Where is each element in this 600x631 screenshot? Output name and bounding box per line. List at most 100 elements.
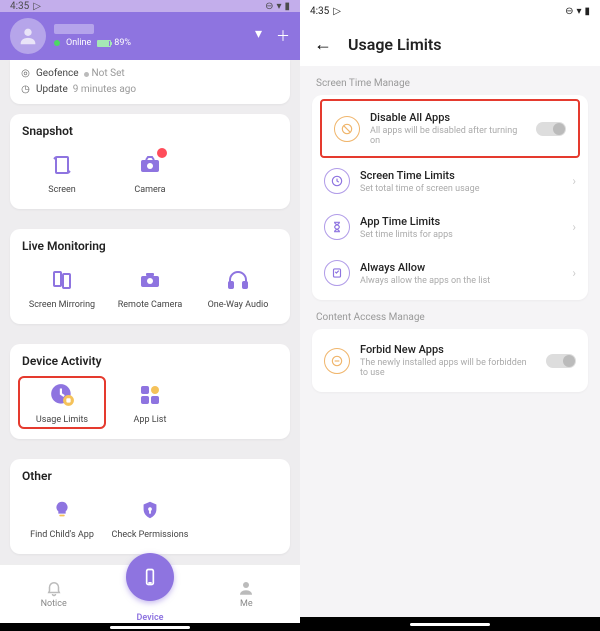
stl-sub: Set total time of screen usage xyxy=(360,184,562,194)
shield-icon xyxy=(135,495,165,525)
camera-icon xyxy=(135,150,165,180)
play-icon: ▷ xyxy=(333,6,341,17)
dnd-icon: ⊖ xyxy=(265,1,273,12)
chevron-right-icon: › xyxy=(572,174,576,188)
battery-bar-icon xyxy=(97,40,111,47)
live-title: Live Monitoring xyxy=(18,239,282,253)
camera-label: Camera xyxy=(134,185,165,195)
page-title: Usage Limits xyxy=(348,35,441,54)
bottom-nav: Notice Device Me xyxy=(0,564,300,623)
remote-cam-icon xyxy=(135,265,165,295)
nav-me-label: Me xyxy=(240,599,253,609)
device-fab-icon xyxy=(126,553,174,601)
nav-me[interactable]: Me xyxy=(211,579,281,609)
right-screen: 4:35 ▷ ⊖ ▾ ▮ ← Usage Limits Screen Time … xyxy=(300,0,600,631)
applist-icon xyxy=(135,380,165,410)
clock-text: 4:35 xyxy=(310,6,329,17)
chevron-right-icon: › xyxy=(572,266,576,280)
system-nav-bar xyxy=(0,623,300,631)
geofence-icon: ◎ xyxy=(20,69,31,80)
page-header: ← Usage Limits xyxy=(300,22,600,66)
snapshot-screen[interactable]: Screen xyxy=(18,146,106,199)
row-forbid-new-apps[interactable]: Forbid New Apps The newly installed apps… xyxy=(312,333,588,388)
headphones-icon xyxy=(223,265,253,295)
other-find[interactable]: Find Child's App xyxy=(18,491,106,544)
online-status: Online xyxy=(66,38,91,48)
camera-badge-icon xyxy=(157,148,167,158)
row-app-time-limits[interactable]: App Time Limits Set time limits for apps… xyxy=(312,204,588,250)
applist-label: App List xyxy=(134,415,167,425)
clock-icon: ◷ xyxy=(20,85,31,96)
add-icon[interactable]: ＋ xyxy=(276,26,290,46)
system-nav-bar xyxy=(300,617,600,631)
mirror-label: Screen Mirroring xyxy=(29,300,95,310)
nav-notice-label: Notice xyxy=(41,599,67,609)
row-disable-all-apps[interactable]: Disable All Apps All apps will be disabl… xyxy=(322,101,578,156)
geofence-value: Not Set xyxy=(92,66,125,82)
chevron-right-icon: › xyxy=(572,220,576,234)
live-mirror[interactable]: Screen Mirroring xyxy=(18,261,106,314)
mirror-icon xyxy=(47,265,77,295)
content-access-card: Forbid New Apps The newly installed apps… xyxy=(312,329,588,392)
wifi-icon: ▾ xyxy=(276,1,281,12)
back-icon[interactable]: ← xyxy=(314,34,332,55)
screen-time-card: Disable All Apps All apps will be disabl… xyxy=(312,95,588,300)
wifi-icon: ▾ xyxy=(576,6,581,17)
remote-cam-label: Remote Camera xyxy=(118,300,182,310)
snapshot-title: Snapshot xyxy=(18,124,282,138)
nav-device[interactable]: Device xyxy=(126,565,174,623)
live-audio[interactable]: One-Way Audio xyxy=(194,261,282,314)
status-bar: 4:35 ▷ ⊖ ▾ ▮ xyxy=(300,0,600,22)
battery-percent: 89% xyxy=(114,38,131,48)
avatar[interactable] xyxy=(10,18,46,54)
status-bar: 4:35 ▷ ⊖ ▾ ▮ xyxy=(0,0,300,12)
other-title: Other xyxy=(18,469,282,483)
allow-icon xyxy=(324,260,350,286)
disable-sub: All apps will be disabled after turning … xyxy=(370,126,526,146)
activity-usage-limits[interactable]: Usage Limits xyxy=(18,376,106,429)
row-always-allow[interactable]: Always Allow Always allow the apps on th… xyxy=(312,250,588,296)
perm-label: Check Permissions xyxy=(112,530,189,540)
battery-icon: ▮ xyxy=(284,1,290,12)
forbid-icon xyxy=(324,348,350,374)
battery-icon: ▮ xyxy=(584,6,590,17)
clock-text: 4:35 xyxy=(10,1,29,12)
atl-title: App Time Limits xyxy=(360,215,562,228)
play-icon: ▷ xyxy=(33,1,41,12)
other-permissions[interactable]: Check Permissions xyxy=(106,491,194,544)
hourglass-icon xyxy=(324,214,350,240)
disable-title: Disable All Apps xyxy=(370,111,526,124)
online-dot-icon xyxy=(54,40,60,46)
profile-header: Online 89% ▾ ＋ xyxy=(0,12,300,60)
geofence-label: Geofence xyxy=(36,66,79,82)
disable-toggle[interactable] xyxy=(536,122,566,136)
other-card: Other Find Child's App Check Permissions xyxy=(10,459,290,554)
snapshot-camera[interactable]: Camera xyxy=(106,146,194,199)
screen-label: Screen xyxy=(48,185,76,195)
nav-notice[interactable]: Notice xyxy=(19,579,89,609)
live-remote-cam[interactable]: Remote Camera xyxy=(106,261,194,314)
forbid-sub: The newly installed apps will be forbidd… xyxy=(360,358,536,378)
nav-device-label: Device xyxy=(136,613,163,623)
left-screen: 4:35 ▷ ⊖ ▾ ▮ Online 89% xyxy=(0,0,300,631)
stl-title: Screen Time Limits xyxy=(360,169,562,182)
person-icon xyxy=(237,579,255,597)
allow-title: Always Allow xyxy=(360,261,562,274)
activity-title: Device Activity xyxy=(18,354,282,368)
forbid-title: Forbid New Apps xyxy=(360,343,536,356)
disable-icon xyxy=(334,116,360,142)
bell-icon xyxy=(45,579,63,597)
profile-name xyxy=(54,24,94,34)
forbid-toggle[interactable] xyxy=(546,354,576,368)
activity-card: Device Activity Usage Limits App List xyxy=(10,344,290,439)
allow-sub: Always allow the apps on the list xyxy=(360,276,562,286)
section-content-access: Content Access Manage xyxy=(300,300,600,329)
activity-applist[interactable]: App List xyxy=(106,376,194,429)
usage-limits-icon xyxy=(47,380,77,410)
dropdown-icon[interactable]: ▾ xyxy=(255,26,262,46)
usage-label: Usage Limits xyxy=(36,415,88,425)
lightbulb-icon xyxy=(47,495,77,525)
update-label: Update xyxy=(36,82,68,98)
atl-sub: Set time limits for apps xyxy=(360,230,562,240)
row-screen-time-limits[interactable]: Screen Time Limits Set total time of scr… xyxy=(312,158,588,204)
